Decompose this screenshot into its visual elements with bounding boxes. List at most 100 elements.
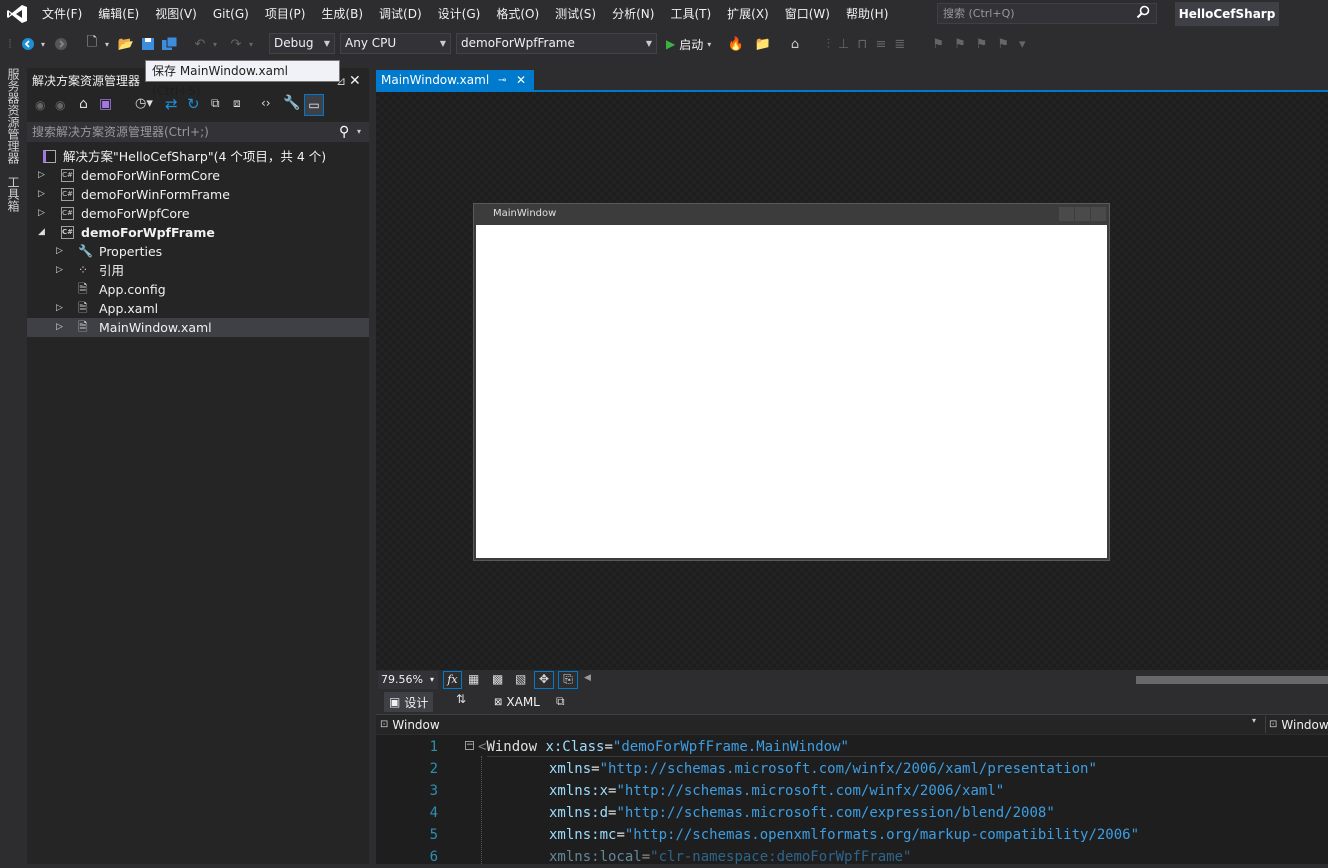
expand-arrow-icon[interactable]: ▷: [56, 318, 63, 337]
artboard-background-icon[interactable]: ▧: [515, 672, 526, 686]
grid-icon[interactable]: ▦: [468, 672, 479, 686]
menu-git[interactable]: Git(G): [205, 0, 257, 28]
browse-folder-icon[interactable]: 📁: [754, 34, 772, 54]
expand-arrow-icon[interactable]: ▷: [56, 242, 63, 261]
snap-grid-icon[interactable]: ▩: [492, 672, 503, 686]
back-icon[interactable]: ◉: [35, 98, 45, 112]
solution-search-input[interactable]: 搜索解决方案资源管理器(Ctrl+;) ⚲ ▾: [27, 122, 369, 142]
solution-name-badge: HelloCefSharp: [1175, 2, 1279, 26]
bookmark-icons[interactable]: ⚑⚑⚑⚑▾: [932, 34, 1034, 54]
standard-toolbar: ⁞ ▾ 🗋 ▾ 📂 ↶ ▾ ↷ ▾: [0, 28, 1328, 60]
home-icon[interactable]: ⌂: [79, 96, 88, 112]
menu-window[interactable]: 窗口(W): [777, 0, 838, 28]
redo-icon[interactable]: ↷: [226, 34, 246, 54]
project-code-icon[interactable]: ⎘: [558, 671, 578, 689]
menu-extensions[interactable]: 扩展(X): [719, 0, 777, 28]
tree-project-node[interactable]: ▷ C# demoForWinFormFrame: [27, 185, 369, 204]
close-tab-icon[interactable]: ✕: [516, 70, 526, 91]
collapse-all-icon[interactable]: ⧉: [211, 96, 220, 111]
chevron-down-icon: ▼: [323, 39, 330, 48]
tree-item-references[interactable]: ▷ ⁘ 引用: [27, 261, 369, 280]
properties-wrench-icon[interactable]: 🔧: [283, 95, 300, 111]
nav-right-select[interactable]: ⊡ Window: [1265, 716, 1328, 733]
new-dropdown-icon[interactable]: ▾: [102, 34, 112, 54]
tree-item-appconfig[interactable]: 🗎 App.config: [27, 280, 369, 299]
close-icon[interactable]: ✕: [349, 70, 361, 92]
tree-item-appxaml[interactable]: ▷ 🗎 App.xaml: [27, 299, 369, 318]
redo-dropdown-icon[interactable]: ▾: [246, 34, 256, 54]
layout-toolbar-icons[interactable]: ⫶⊥⊓≡≣: [810, 34, 930, 54]
menu-test[interactable]: 测试(S): [547, 0, 604, 28]
tree-item-mainwindow[interactable]: ▷ 🗎 MainWindow.xaml: [27, 318, 369, 337]
tab-xaml[interactable]: ⊠ XAML: [494, 695, 540, 709]
new-project-icon[interactable]: 🗋: [82, 34, 102, 54]
show-all-files-icon[interactable]: ⧈: [233, 96, 241, 111]
document-tab-mainwindow[interactable]: MainWindow.xaml ⊸ ✕: [376, 70, 534, 91]
menu-edit[interactable]: 编辑(E): [90, 0, 147, 28]
wpf-window-client-area[interactable]: [476, 225, 1107, 558]
element-icon: ⊡: [380, 719, 389, 730]
scroll-left-icon[interactable]: ◀: [584, 673, 591, 683]
undo-dropdown-icon[interactable]: ▾: [210, 34, 220, 54]
visual-studio-logo[interactable]: [0, 0, 34, 28]
tab-design[interactable]: ▣ 设计: [384, 692, 434, 712]
navigate-back-icon[interactable]: [18, 34, 38, 54]
toolbox-tab[interactable]: 工具箱: [5, 176, 22, 212]
view-code-icon[interactable]: ‹›: [261, 96, 271, 110]
swap-panes-icon[interactable]: ⇅: [456, 692, 466, 706]
save-all-icon[interactable]: [160, 34, 180, 54]
device-preview-icon[interactable]: ⌂: [786, 34, 804, 54]
hot-reload-icon[interactable]: 🔥: [728, 34, 744, 54]
effects-fx-icon[interactable]: fx: [443, 671, 462, 689]
menu-build[interactable]: 生成(B): [313, 0, 371, 28]
tree-project-node[interactable]: ▷ C# demoForWinFormCore: [27, 166, 369, 185]
menu-format[interactable]: 格式(O): [488, 0, 547, 28]
menu-view[interactable]: 视图(V): [147, 0, 205, 28]
save-icon[interactable]: [138, 34, 158, 54]
panel-splitter[interactable]: [369, 60, 376, 864]
expand-arrow-icon[interactable]: ▷: [56, 261, 63, 280]
server-explorer-tab[interactable]: 服务器资源管理器: [5, 68, 22, 164]
collapse-region-icon[interactable]: −: [465, 741, 474, 750]
tree-solution-node[interactable]: 解决方案"HelloCefSharp"(4 个项目，共 4 个): [27, 147, 369, 166]
start-debug-button[interactable]: ▶ 启动 ▾: [666, 35, 711, 53]
expand-arrow-icon[interactable]: ▷: [38, 185, 45, 204]
expand-arrow-icon[interactable]: ▷: [38, 204, 45, 223]
solution-platform-select[interactable]: Any CPU ▼: [340, 33, 451, 54]
tree-project-node-startup[interactable]: ◢ C# demoForWpfFrame: [27, 223, 369, 242]
open-folder-icon[interactable]: 📂: [116, 34, 136, 54]
expand-arrow-icon[interactable]: ▷: [38, 166, 45, 185]
tree-item-properties[interactable]: ▷ 🔧 Properties: [27, 242, 369, 261]
menu-analyze[interactable]: 分析(N): [604, 0, 662, 28]
menu-help[interactable]: 帮助(H): [838, 0, 896, 28]
undo-icon[interactable]: ↶: [190, 34, 210, 54]
code-line: xmlns:d="http://schemas.microsoft.com/ex…: [549, 805, 1055, 821]
menu-tools[interactable]: 工具(T): [662, 0, 719, 28]
pop-out-icon[interactable]: ⧉: [556, 694, 565, 709]
expand-arrow-icon[interactable]: ▷: [56, 299, 63, 318]
pending-changes-icon[interactable]: ◷▾: [135, 96, 153, 111]
startup-project-select[interactable]: demoForWpfFrame ▼: [456, 33, 657, 54]
horizontal-scrollbar-thumb[interactable]: [1136, 676, 1328, 684]
menu-file[interactable]: 文件(F): [34, 0, 90, 28]
pin-tab-icon[interactable]: ⊸: [498, 70, 506, 91]
navigate-forward-icon[interactable]: [52, 34, 70, 54]
snap-snaplines-icon[interactable]: ✥: [534, 671, 554, 689]
menu-debug[interactable]: 调试(D): [371, 0, 430, 28]
nav-left-select[interactable]: ⊡ Window ▾: [380, 716, 1262, 733]
preview-selected-icon[interactable]: ▭: [304, 94, 324, 116]
code-line: xmlns:mc="http://schemas.openxmlformats.…: [549, 827, 1140, 843]
solution-configuration-select[interactable]: Debug ▼: [269, 33, 335, 54]
switch-views-icon[interactable]: ▣: [99, 96, 112, 112]
zoom-select[interactable]: 79.56% ▾: [378, 671, 438, 689]
collapse-arrow-icon[interactable]: ◢: [38, 223, 45, 242]
menu-design[interactable]: 设计(G): [430, 0, 489, 28]
wrench-icon: 🔧: [78, 244, 93, 258]
forward-icon[interactable]: ◉: [55, 98, 65, 112]
chevron-down-icon: ▼: [439, 39, 446, 48]
menu-project[interactable]: 项目(P): [257, 0, 314, 28]
tree-project-node[interactable]: ▷ C# demoForWpfCore: [27, 204, 369, 223]
back-dropdown-icon[interactable]: ▾: [38, 34, 48, 54]
code-value: "http://schemas.openxmlformats.org/marku…: [624, 827, 1140, 843]
search-input[interactable]: 搜索 (Ctrl+Q): [937, 3, 1157, 24]
